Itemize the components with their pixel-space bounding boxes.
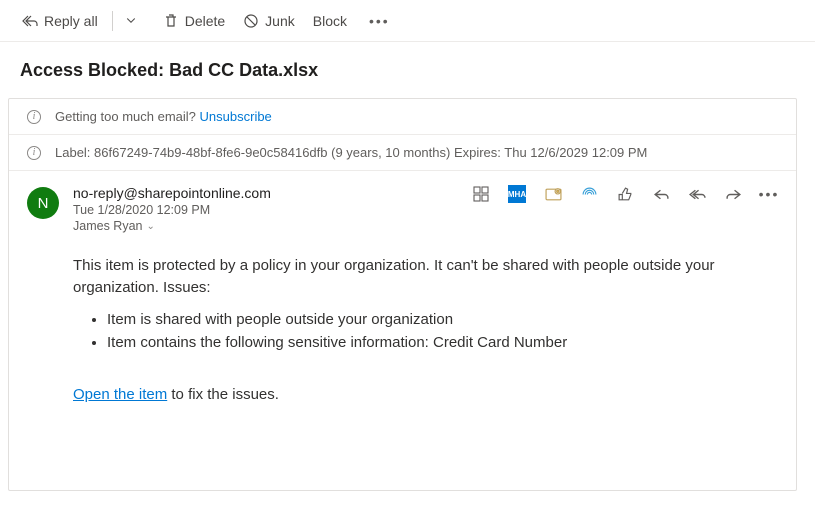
mha-badge[interactable]: MHA	[508, 185, 526, 203]
open-item-link[interactable]: Open the item	[73, 386, 167, 403]
message-actions: MHA	[472, 185, 778, 203]
reply-icon[interactable]	[652, 185, 670, 203]
apps-icon[interactable]	[472, 185, 490, 203]
block-button[interactable]: Block	[305, 9, 355, 33]
issues-list: Item is shared with people outside your …	[107, 309, 778, 355]
issue-item: Item is shared with people outside your …	[107, 309, 778, 331]
junk-button[interactable]: Junk	[235, 9, 303, 33]
more-icon[interactable]: •••	[760, 185, 778, 203]
info-icon: i	[27, 146, 41, 160]
reply-all-dropdown[interactable]	[119, 9, 147, 33]
block-label: Block	[313, 13, 347, 29]
junk-icon	[243, 13, 259, 29]
more-actions-button[interactable]: •••	[361, 9, 398, 33]
reply-all-icon	[22, 13, 38, 29]
toolbar: Reply all Delete Junk Block •••	[0, 0, 815, 42]
message-body: This item is protected by a policy in yo…	[73, 255, 778, 406]
toolbar-separator	[112, 11, 113, 31]
recipient[interactable]: James Ryan ⌄	[73, 219, 271, 233]
message-card: i Getting too much email? Unsubscribe i …	[8, 98, 797, 491]
unsubscribe-notice: i Getting too much email? Unsubscribe	[9, 99, 796, 135]
subject: Access Blocked: Bad CC Data.xlsx	[0, 42, 815, 95]
light-mode-icon[interactable]	[544, 185, 562, 203]
sent-date: Tue 1/28/2020 12:09 PM	[73, 203, 271, 217]
chevron-down-icon: ⌄	[146, 221, 154, 232]
unsubscribe-link[interactable]: Unsubscribe	[200, 109, 272, 124]
reply-all-label: Reply all	[44, 13, 98, 29]
message-scroll[interactable]: i Getting too much email? Unsubscribe i …	[8, 98, 797, 510]
issue-item: Item contains the following sensitive in…	[107, 332, 778, 354]
like-icon[interactable]	[616, 185, 634, 203]
open-item-suffix: to fix the issues.	[167, 386, 279, 403]
ellipsis-icon: •••	[369, 13, 390, 29]
junk-label: Junk	[265, 13, 295, 29]
trash-icon	[163, 13, 179, 29]
reply-all-button[interactable]: Reply all	[14, 9, 106, 33]
unsub-prefix: Getting too much email?	[55, 109, 200, 124]
reply-all-icon[interactable]	[688, 185, 706, 203]
forward-icon[interactable]	[724, 185, 742, 203]
from-address: no-reply@sharepointonline.com	[73, 185, 271, 201]
mha-label: MHA	[508, 185, 526, 203]
delete-button[interactable]: Delete	[155, 9, 233, 33]
retention-label-notice: i Label: 86f67249-74b9-48bf-8fe6-9e0c584…	[9, 135, 796, 171]
message: N no-reply@sharepointonline.com Tue 1/28…	[9, 171, 796, 430]
voice-icon[interactable]	[580, 185, 598, 203]
message-header: no-reply@sharepointonline.com Tue 1/28/2…	[73, 185, 778, 233]
body-paragraph: This item is protected by a policy in yo…	[73, 255, 778, 299]
avatar: N	[27, 187, 59, 219]
unsubscribe-text: Getting too much email? Unsubscribe	[55, 109, 272, 124]
recipient-name: James Ryan	[73, 219, 142, 233]
chevron-down-icon	[125, 13, 141, 29]
delete-label: Delete	[185, 13, 225, 29]
retention-label-text: Label: 86f67249-74b9-48bf-8fe6-9e0c58416…	[55, 145, 647, 160]
info-icon: i	[27, 110, 41, 124]
open-item-line: Open the item to fix the issues.	[73, 384, 778, 406]
